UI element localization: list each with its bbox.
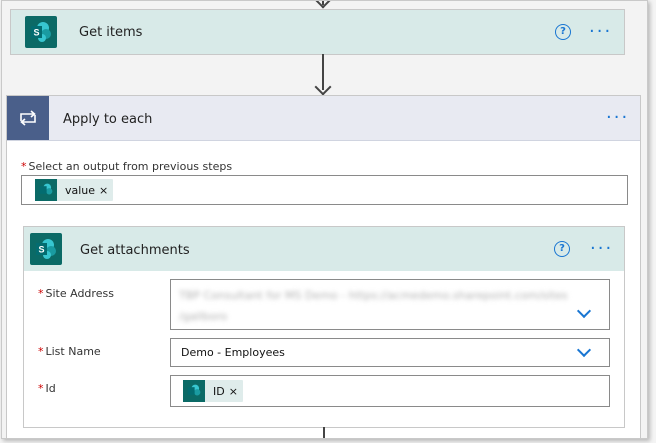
get-attachments-title: Get attachments (80, 243, 190, 258)
site-address-dropdown[interactable]: TBP Consultant for MS Demo - https://acm… (170, 279, 610, 330)
get-items-header[interactable]: S Get items ? ··· (11, 10, 624, 54)
site-address-label: * Site Address (38, 287, 114, 300)
help-icon[interactable]: ? (554, 241, 570, 257)
chevron-down-icon[interactable] (576, 303, 592, 319)
more-options-icon[interactable]: ··· (590, 240, 613, 258)
svg-text:S: S (38, 245, 44, 255)
connector-middle-arrow (314, 78, 332, 96)
chevron-down-icon[interactable] (576, 342, 592, 358)
close-icon[interactable]: × (99, 184, 113, 197)
list-name-value: Demo - Employees (181, 346, 285, 359)
connector-top-arrow (314, 1, 332, 9)
sharepoint-icon: S (30, 233, 62, 265)
sharepoint-icon (183, 380, 205, 402)
id-token-label: ID (213, 384, 225, 398)
value-token-label: value (65, 183, 96, 197)
id-input[interactable]: ID × (170, 375, 610, 407)
connector-bottom (323, 427, 325, 438)
list-name-label: * List Name (38, 345, 101, 358)
more-options-icon[interactable]: ··· (606, 109, 629, 127)
get-attachments-header[interactable]: S Get attachments ? ··· (24, 227, 624, 271)
help-icon[interactable]: ? (555, 24, 571, 40)
id-label: * Id (38, 382, 56, 395)
list-name-dropdown[interactable]: Demo - Employees (170, 338, 610, 367)
site-address-line2: /gallboro (179, 310, 228, 323)
flow-designer-canvas: S Get items ? ··· Apply to each ··· * Se… (1, 0, 648, 439)
get-items-card[interactable]: S Get items ? ··· (10, 9, 625, 55)
get-items-title: Get items (79, 25, 143, 40)
apply-to-each-header[interactable]: Apply to each ··· (7, 96, 640, 141)
svg-text:S: S (33, 28, 39, 38)
get-attachments-card[interactable]: S Get attachments ? ··· * Site Address TB… (23, 226, 625, 428)
close-icon[interactable]: × (229, 385, 243, 398)
id-token[interactable]: ID × (183, 380, 243, 402)
more-options-icon[interactable]: ··· (589, 23, 612, 41)
value-token[interactable]: value × (35, 179, 114, 201)
apply-to-each-card[interactable]: Apply to each ··· * Select an output from… (6, 95, 641, 438)
site-address-line1: TBP Consultant for MS Demo - https://acm… (179, 289, 568, 302)
output-field-label: * Select an output from previous steps (21, 160, 233, 173)
sharepoint-icon: S (25, 16, 57, 48)
output-input[interactable]: value × (21, 175, 628, 205)
sharepoint-icon (35, 179, 57, 201)
apply-to-each-title: Apply to each (63, 112, 153, 127)
loop-icon (7, 96, 49, 140)
